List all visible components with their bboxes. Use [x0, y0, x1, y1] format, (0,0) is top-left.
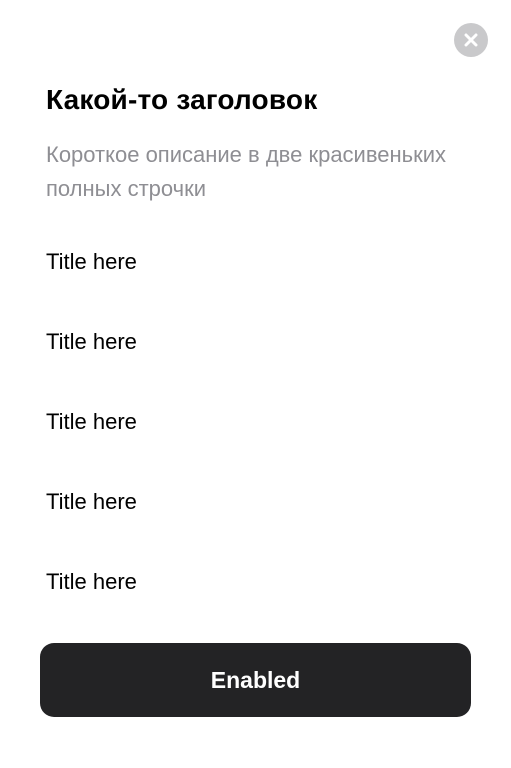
close-button[interactable]: [454, 23, 488, 57]
list-item: Title here: [46, 489, 137, 514]
page-title: Какой-то заголовок: [46, 84, 318, 115]
item-list: Title here Title here Title here Title h…: [46, 242, 466, 642]
list-item: Title here: [46, 249, 137, 274]
close-icon: [464, 33, 478, 47]
list-item: Title here: [46, 569, 137, 594]
enabled-button[interactable]: Enabled: [40, 643, 471, 717]
list-item: Title here: [46, 409, 137, 434]
page-description: Короткое описание в две красивеньких пол…: [46, 142, 447, 201]
list-item: Title here: [46, 329, 137, 354]
bottom-sheet: Какой-то заголовок Короткое описание в д…: [0, 0, 511, 768]
